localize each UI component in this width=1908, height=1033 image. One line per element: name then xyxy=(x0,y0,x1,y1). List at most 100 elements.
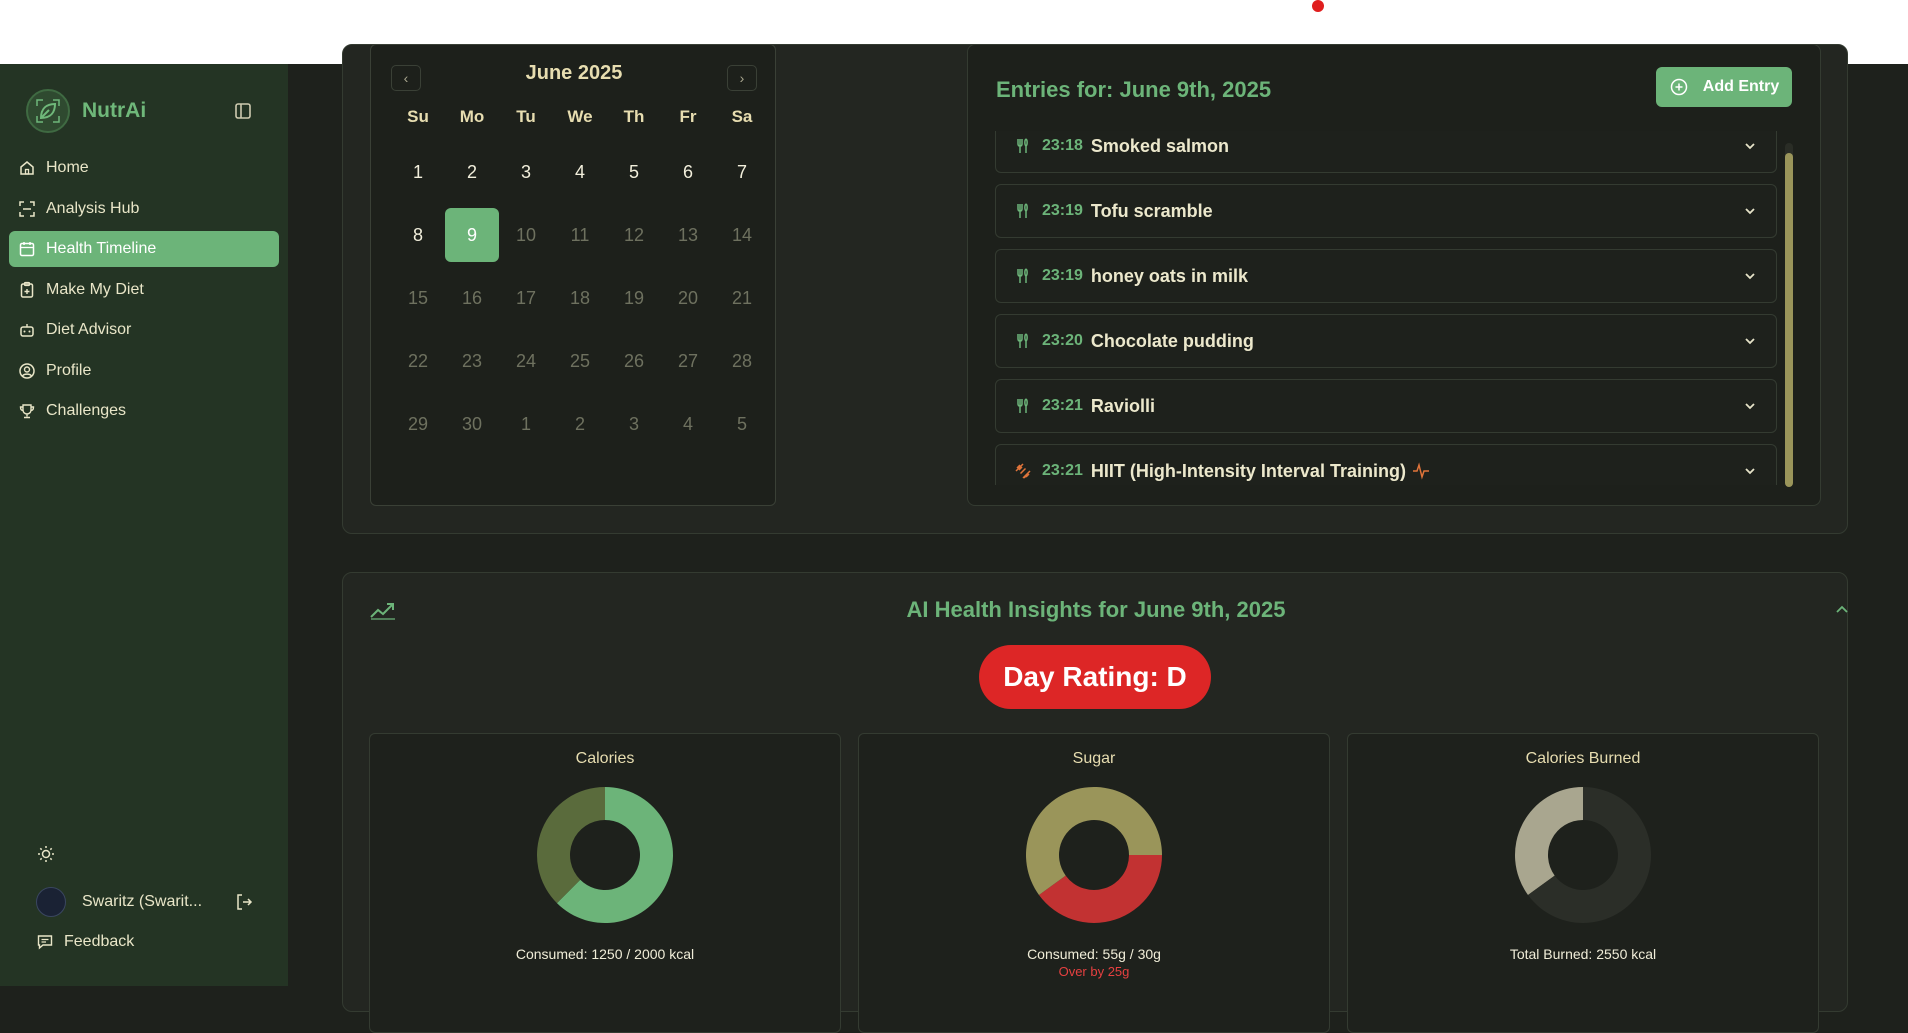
calendar-day[interactable]: 3 xyxy=(607,397,661,451)
entry-item[interactable]: 23:21 HIIT (High-Intensity Interval Train… xyxy=(995,444,1777,485)
entry-item[interactable]: 23:19 honey oats in milk xyxy=(995,249,1777,303)
weekday-header: Su Mo Tu We Th Fr Sa xyxy=(391,107,769,127)
calendar-day[interactable]: 16 xyxy=(445,271,499,325)
calories-donut xyxy=(537,787,673,923)
brand[interactable]: NutrAi xyxy=(26,89,146,133)
calendar-day[interactable]: 10 xyxy=(499,208,553,262)
entry-item[interactable]: 23:20 Chocolate pudding xyxy=(995,314,1777,368)
add-entry-button[interactable]: Add Entry xyxy=(1656,67,1792,107)
entry-title: Raviolli xyxy=(1090,395,1155,416)
calendar-day-selected[interactable]: 9 xyxy=(445,208,499,262)
sidebar-item-analysis-hub[interactable]: Analysis Hub xyxy=(9,191,279,227)
calendar-day[interactable]: 13 xyxy=(661,208,715,262)
calendar-day[interactable]: 3 xyxy=(499,145,553,199)
sidebar-item-profile[interactable]: Profile xyxy=(9,353,279,389)
calendar-day[interactable]: 20 xyxy=(661,271,715,325)
calendar-day[interactable]: 4 xyxy=(553,145,607,199)
calendar-day[interactable]: 5 xyxy=(715,397,769,451)
calendar: ‹ June 2025 › Su Mo Tu We Th Fr Sa 1 2 3 4 5 6 7 8 9 10… xyxy=(370,44,776,506)
sidebar-item-label: Health Timeline xyxy=(46,240,157,257)
calendar-day[interactable]: 27 xyxy=(661,334,715,388)
scrollbar-thumb[interactable] xyxy=(1785,153,1793,487)
calendar-day[interactable]: 2 xyxy=(445,145,499,199)
chevron-down-icon[interactable] xyxy=(1742,398,1758,414)
entry-title: Smoked salmon xyxy=(1090,135,1229,156)
ai-insights-panel: AI Health Insights for June 9th, 2025 Da… xyxy=(342,572,1851,1033)
utensils-icon xyxy=(1014,137,1032,155)
entry-item[interactable]: 23:18 Smoked salmon xyxy=(995,131,1777,173)
chevron-down-icon[interactable] xyxy=(1742,463,1758,479)
calendar-week: 8 9 10 11 12 13 14 xyxy=(391,208,769,271)
avatar[interactable] xyxy=(36,887,66,917)
entry-title: Tofu scramble xyxy=(1090,200,1213,221)
card-title: Calories xyxy=(575,750,635,767)
card-warning: Over by 25g xyxy=(1058,964,1130,979)
utensils-icon xyxy=(1014,202,1032,220)
sidebar-item-label: Make My Diet xyxy=(46,280,144,298)
entry-title: Chocolate pudding xyxy=(1090,330,1254,351)
calendar-day[interactable]: 15 xyxy=(391,271,445,325)
user-circle-icon xyxy=(18,362,36,380)
sun-icon[interactable] xyxy=(36,844,56,864)
sidebar-item-label: Diet Advisor xyxy=(46,321,132,338)
home-icon xyxy=(18,159,36,177)
calendar-day[interactable]: 21 xyxy=(715,271,769,325)
sidebar-item-make-my-diet[interactable]: Make My Diet xyxy=(9,272,279,308)
calendar-day[interactable]: 5 xyxy=(607,145,661,199)
sidebar-item-health-timeline[interactable]: Health Timeline xyxy=(9,231,279,267)
calendar-day[interactable]: 19 xyxy=(607,271,661,325)
sidebar-item-label: Home xyxy=(46,159,89,176)
utensils-icon xyxy=(1014,332,1032,350)
add-entry-label: Add Entry xyxy=(1702,78,1780,95)
logout-icon[interactable] xyxy=(234,892,254,912)
chevron-up-icon[interactable] xyxy=(1833,601,1851,619)
calendar-day[interactable]: 17 xyxy=(499,271,553,325)
leaf-logo-icon xyxy=(26,89,70,133)
calendar-day[interactable]: 23 xyxy=(445,334,499,388)
sidebar-nav: Home Analysis Hub Health Timeline Make M… xyxy=(9,150,279,434)
entry-item[interactable]: 23:19 Tofu scramble xyxy=(995,184,1777,238)
sidebar-item-challenges[interactable]: Challenges xyxy=(9,393,279,429)
calendar-day[interactable]: 1 xyxy=(391,145,445,199)
plus-circle-icon xyxy=(1669,77,1689,97)
chevron-right-icon[interactable]: › xyxy=(727,65,757,91)
calendar-day[interactable]: 2 xyxy=(553,397,607,451)
sidebar-toggle-icon[interactable] xyxy=(232,100,254,122)
weekday-label: We xyxy=(567,107,593,126)
calendar-day[interactable]: 30 xyxy=(445,397,499,451)
calendar-day[interactable]: 12 xyxy=(607,208,661,262)
calendar-day[interactable]: 1 xyxy=(499,397,553,451)
calendar-day[interactable]: 11 xyxy=(553,208,607,262)
calendar-day[interactable]: 24 xyxy=(499,334,553,388)
main-content: ‹ June 2025 › Su Mo Tu We Th Fr Sa 1 2 3 4 5 6 7 8 9 10… xyxy=(288,44,1908,1033)
calendar-day[interactable]: 7 xyxy=(715,145,769,199)
calendar-day[interactable]: 25 xyxy=(553,334,607,388)
entry-item[interactable]: 23:21 Raviolli xyxy=(995,379,1777,433)
calendar-day[interactable]: 8 xyxy=(391,208,445,262)
card-title: Sugar xyxy=(1072,750,1116,767)
chevron-down-icon[interactable] xyxy=(1742,203,1758,219)
card-subtitle: Consumed: 1250 / 2000 kcal xyxy=(515,946,695,962)
sidebar-item-home[interactable]: Home xyxy=(9,150,279,186)
chevron-down-icon[interactable] xyxy=(1742,333,1758,349)
entries-scrollbar[interactable] xyxy=(1785,143,1793,487)
user-menu[interactable]: Swaritz (Swarit... xyxy=(36,884,266,920)
calendar-day[interactable]: 26 xyxy=(607,334,661,388)
calendar-day[interactable]: 18 xyxy=(553,271,607,325)
calendar-day[interactable]: 4 xyxy=(661,397,715,451)
chevron-down-icon[interactable] xyxy=(1742,268,1758,284)
entries-list[interactable]: 23:18 Smoked salmon 23:19 Tofu scramble 23:1… xyxy=(995,131,1779,485)
entry-time: 23:19 xyxy=(1042,202,1083,219)
calendar-day[interactable]: 28 xyxy=(715,334,769,388)
calendar-day[interactable]: 14 xyxy=(715,208,769,262)
calendar-month-title: June 2025 xyxy=(525,62,623,84)
weekday-label: Fr xyxy=(679,107,697,126)
sidebar-item-diet-advisor[interactable]: Diet Advisor xyxy=(9,312,279,348)
calories-burned-card: Calories Burned Total Burned: 2550 kcal xyxy=(1347,733,1819,1033)
weekday-label: Mo xyxy=(459,107,485,126)
feedback-link[interactable]: Feedback xyxy=(36,933,134,951)
calendar-day[interactable]: 6 xyxy=(661,145,715,199)
calendar-day[interactable]: 22 xyxy=(391,334,445,388)
chevron-down-icon[interactable] xyxy=(1742,138,1758,154)
calendar-day[interactable]: 29 xyxy=(391,397,445,451)
